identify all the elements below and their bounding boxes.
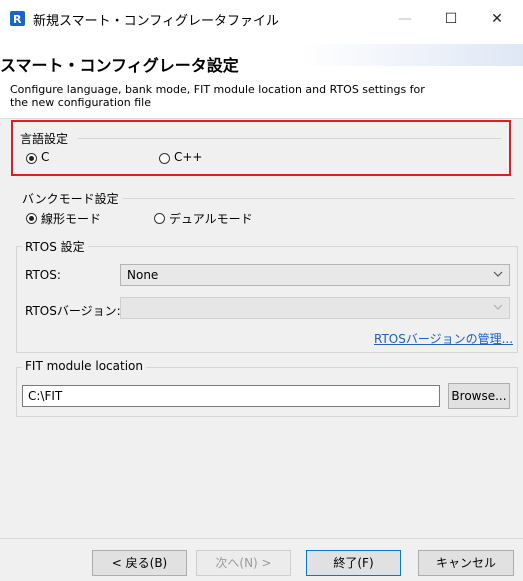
title-bar: R 新規スマート・コンフィグレータファイル — ☐ ✕: [0, 0, 523, 38]
fit-location-value: C:\FIT: [28, 389, 63, 403]
svg-text:R: R: [13, 13, 22, 26]
bank-mode-group-label: バンクモード設定: [22, 192, 119, 206]
rtos-select[interactable]: None: [120, 264, 510, 286]
minimize-button[interactable]: —: [382, 6, 428, 32]
highlight-frame: [11, 120, 511, 176]
wizard-header: スマート・コンフィグレータ設定 Configure language, bank…: [0, 38, 523, 119]
chevron-down-icon: [493, 271, 503, 277]
next-button[interactable]: 次へ(N) >: [196, 550, 291, 576]
window-title: 新規スマート・コンフィグレータファイル: [33, 14, 279, 29]
cancel-button[interactable]: キャンセル: [418, 550, 514, 576]
chevron-down-icon: [493, 304, 503, 310]
back-button[interactable]: < 戻る(B): [92, 550, 187, 576]
footer-divider: [0, 538, 523, 539]
rtos-version-manage-link[interactable]: RTOSバージョンの管理...: [374, 330, 513, 347]
fit-group-label: FIT module location: [22, 359, 146, 373]
radio-dual-mode[interactable]: [154, 213, 165, 224]
rtos-version-label: RTOSバージョン:: [25, 304, 121, 318]
banner-title: スマート・コンフィグレータ設定: [0, 56, 239, 75]
banner-description: Configure language, bank mode, FIT modul…: [10, 83, 425, 109]
fit-location-input[interactable]: C:\FIT: [22, 385, 440, 407]
finish-button[interactable]: 終了(F): [306, 550, 401, 576]
radio-dual-mode-label[interactable]: デュアルモード: [169, 210, 253, 227]
browse-button[interactable]: Browse...: [448, 383, 510, 409]
rtos-group-label: RTOS 設定: [22, 238, 88, 255]
radio-linear-mode[interactable]: [26, 213, 37, 224]
close-button[interactable]: ✕: [474, 6, 520, 32]
rtos-select-value: None: [127, 268, 159, 282]
maximize-button[interactable]: ☐: [428, 6, 474, 32]
banner-gradient: [300, 44, 523, 66]
renesas-app-icon: R: [10, 11, 25, 26]
rtos-label: RTOS:: [25, 268, 61, 282]
radio-linear-mode-label[interactable]: 線形モード: [41, 210, 101, 227]
bank-mode-group-line: [123, 198, 515, 199]
rtos-version-select[interactable]: [120, 297, 510, 319]
